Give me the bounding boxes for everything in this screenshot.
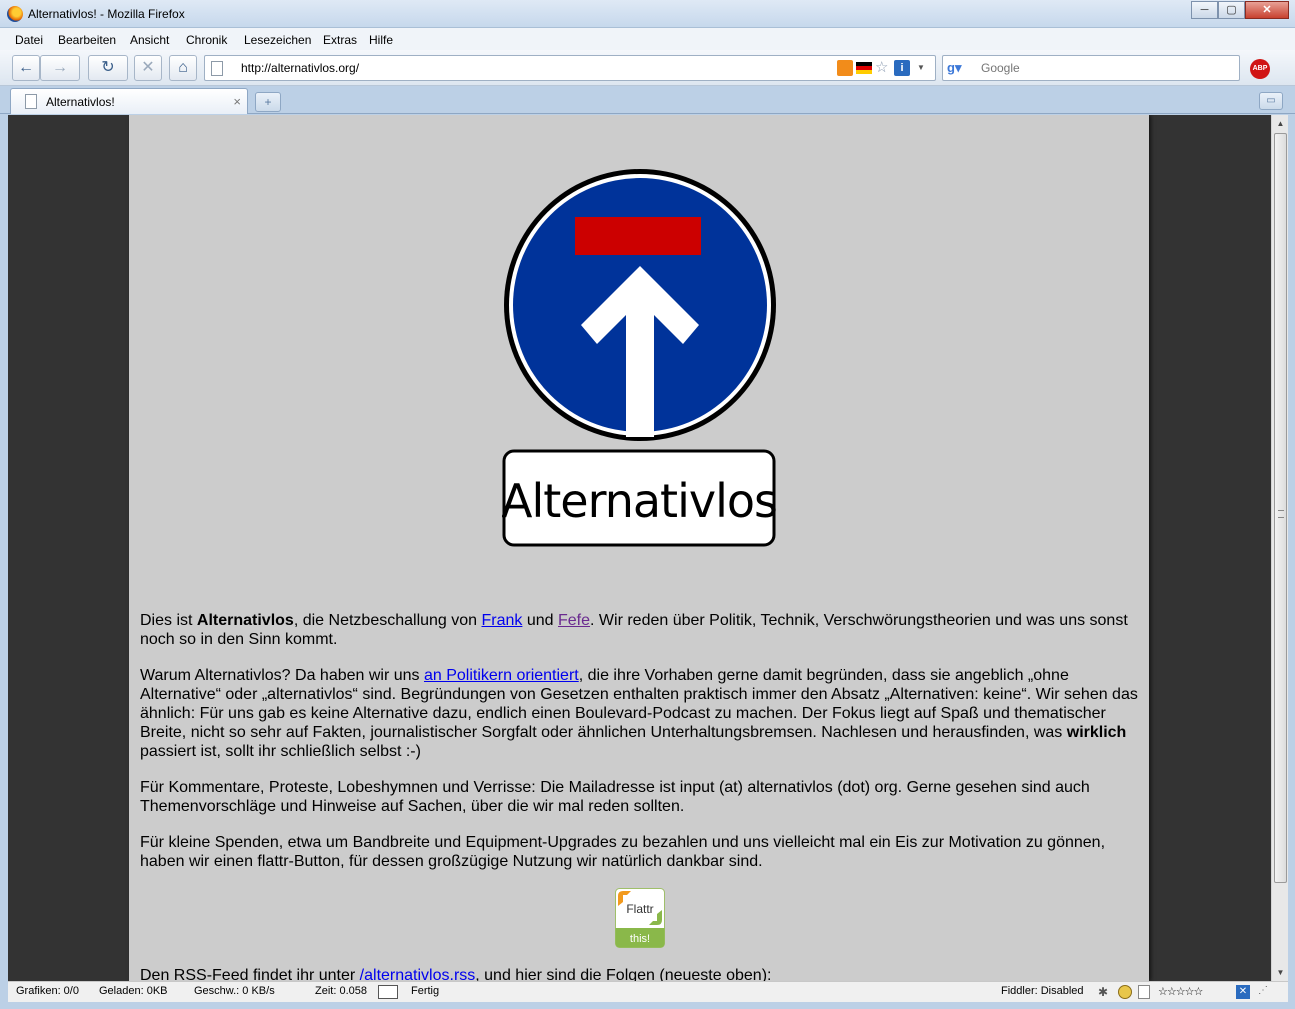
window-titlebar: Alternativlos! - Mozilla Firefox ─ ▢ ✕ bbox=[0, 0, 1295, 28]
menu-lesezeichen[interactable]: Lesezeichen bbox=[244, 33, 311, 47]
list-all-tabs-button[interactable]: ▭ bbox=[1259, 92, 1283, 110]
flattr-button[interactable]: Flattr this! bbox=[615, 888, 665, 948]
url-bar[interactable]: http://alternativlos.org/ ☆ i ▼ bbox=[204, 55, 936, 81]
window-title: Alternativlos! - Mozilla Firefox bbox=[28, 7, 185, 21]
vertical-scrollbar[interactable]: ▲ ▼ bbox=[1271, 115, 1288, 981]
menu-ansicht[interactable]: Ansicht bbox=[130, 33, 169, 47]
text: , die Netzbeschallung von bbox=[293, 612, 482, 629]
menu-extras[interactable]: Extras bbox=[323, 33, 357, 47]
menu-bearbeiten[interactable]: Bearbeiten bbox=[58, 33, 116, 47]
text: Den RSS-Feed findet ihr unter bbox=[140, 967, 360, 981]
fefe-link[interactable]: Fefe bbox=[558, 612, 590, 629]
status-bar: Grafiken: 0/0 Geladen: 0KB Geschw.: 0 KB… bbox=[8, 981, 1288, 1002]
text: und bbox=[522, 612, 558, 629]
bug-icon[interactable]: ✱ bbox=[1098, 985, 1112, 999]
rss-paragraph: Den RSS-Feed findet ihr unter /alternati… bbox=[140, 966, 1140, 981]
dropdown-icon[interactable]: ▼ bbox=[913, 60, 929, 76]
scroll-up-arrow-icon[interactable]: ▲ bbox=[1272, 115, 1289, 132]
tab-alternativlos[interactable]: Alternativlos! × bbox=[10, 88, 248, 114]
firefox-icon bbox=[7, 6, 23, 22]
adblock-plus-icon[interactable]: ABP bbox=[1250, 59, 1270, 79]
content-viewport: Alternativlos Dies ist Alternativlos, di… bbox=[8, 115, 1271, 981]
graph-icon[interactable] bbox=[378, 985, 398, 999]
menu-bar: Datei Bearbeiten Ansicht Chronik Lesezei… bbox=[0, 28, 1295, 50]
page-content: Dies ist Alternativlos, die Netzbeschall… bbox=[140, 611, 1140, 981]
sign-red-bar bbox=[575, 217, 701, 255]
flattr-this-label: this! bbox=[630, 933, 650, 945]
contact-paragraph: Für Kommentare, Proteste, Lobeshymnen un… bbox=[140, 779, 1090, 815]
close-button[interactable]: ✕ bbox=[1245, 1, 1289, 19]
scroll-down-arrow-icon[interactable]: ▼ bbox=[1272, 964, 1289, 981]
page-body: Alternativlos Dies ist Alternativlos, di… bbox=[129, 115, 1149, 981]
text: , und hier sind die Folgen (neueste oben… bbox=[475, 967, 772, 981]
minimize-button[interactable]: ─ bbox=[1191, 1, 1218, 19]
text: Dies ist bbox=[140, 612, 197, 629]
tab-strip: Alternativlos! × + ▭ bbox=[0, 86, 1295, 114]
page-icon[interactable] bbox=[1138, 985, 1150, 999]
frank-link[interactable]: Frank bbox=[482, 612, 523, 629]
rss-icon[interactable] bbox=[837, 60, 853, 76]
politicians-link[interactable]: an Politikern orientiert bbox=[424, 667, 579, 684]
intro-paragraph: Dies ist Alternativlos, die Netzbeschall… bbox=[140, 611, 1140, 649]
search-bar: g▾ bbox=[942, 55, 1240, 81]
tab-close-icon[interactable]: × bbox=[233, 94, 241, 109]
text: Warum Alternativlos? Da haben wir uns bbox=[140, 667, 424, 684]
text: passiert ist, sollt ihr schließlich selb… bbox=[140, 743, 421, 760]
status-loaded: Geladen: 0KB bbox=[99, 985, 168, 997]
site-name: Alternativlos bbox=[196, 612, 294, 629]
grip-icon bbox=[1278, 510, 1284, 518]
resize-grip-icon[interactable]: ⋰ bbox=[1258, 985, 1268, 996]
maximize-button[interactable]: ▢ bbox=[1218, 1, 1245, 19]
page-icon bbox=[211, 61, 223, 76]
menu-datei[interactable]: Datei bbox=[15, 33, 43, 47]
rss-feed-link[interactable]: /alternativlos.rss bbox=[360, 967, 476, 981]
back-button[interactable]: ← bbox=[12, 55, 40, 81]
reload-button[interactable]: ↻ bbox=[88, 55, 128, 81]
menu-chronik[interactable]: Chronik bbox=[186, 33, 227, 47]
status-time: Zeit: 0.058 bbox=[315, 985, 367, 997]
new-tab-button[interactable]: + bbox=[255, 92, 281, 112]
emphasis: wirklich bbox=[1066, 724, 1127, 741]
home-button[interactable]: ⌂ bbox=[169, 55, 197, 81]
german-flag-icon[interactable] bbox=[856, 62, 872, 74]
navigation-toolbar: ← → ↻ ✕ ⌂ http://alternativlos.org/ ☆ i … bbox=[0, 50, 1295, 86]
status-done: Fertig bbox=[411, 985, 440, 997]
dead-end-road-sign: Alternativlos bbox=[502, 169, 778, 547]
smiley-icon[interactable] bbox=[1118, 985, 1132, 999]
rating-stars[interactable]: ☆☆☆☆☆ bbox=[1158, 985, 1203, 998]
sign-label-text: Alternativlos bbox=[502, 474, 777, 528]
extension-icon[interactable]: ✕ bbox=[1236, 985, 1250, 999]
window-controls: ─ ▢ ✕ bbox=[1191, 1, 1289, 19]
why-paragraph: Warum Alternativlos? Da haben wir uns an… bbox=[140, 666, 1140, 761]
info-icon[interactable]: i bbox=[894, 60, 910, 76]
stop-button[interactable]: ✕ bbox=[134, 55, 162, 81]
forward-button[interactable]: → bbox=[40, 55, 80, 81]
search-input[interactable] bbox=[981, 59, 1231, 77]
flattr-label: Flattr bbox=[626, 902, 653, 916]
donation-paragraph: Für kleine Spenden, etwa um Bandbreite u… bbox=[140, 834, 1106, 870]
status-images: Grafiken: 0/0 bbox=[16, 985, 79, 997]
url-bar-icons: ☆ i ▼ bbox=[837, 60, 929, 76]
page-icon bbox=[25, 94, 37, 109]
url-text[interactable]: http://alternativlos.org/ bbox=[241, 61, 359, 75]
bookmark-star-icon[interactable]: ☆ bbox=[875, 60, 891, 76]
status-speed: Geschw.: 0 KB/s bbox=[194, 985, 275, 997]
tab-label: Alternativlos! bbox=[46, 95, 115, 109]
google-search-engine-icon[interactable]: g▾ bbox=[947, 60, 975, 78]
scrollbar-thumb[interactable] bbox=[1274, 133, 1287, 883]
menu-hilfe[interactable]: Hilfe bbox=[369, 33, 393, 47]
fiddler-status[interactable]: Fiddler: Disabled bbox=[1001, 985, 1084, 997]
